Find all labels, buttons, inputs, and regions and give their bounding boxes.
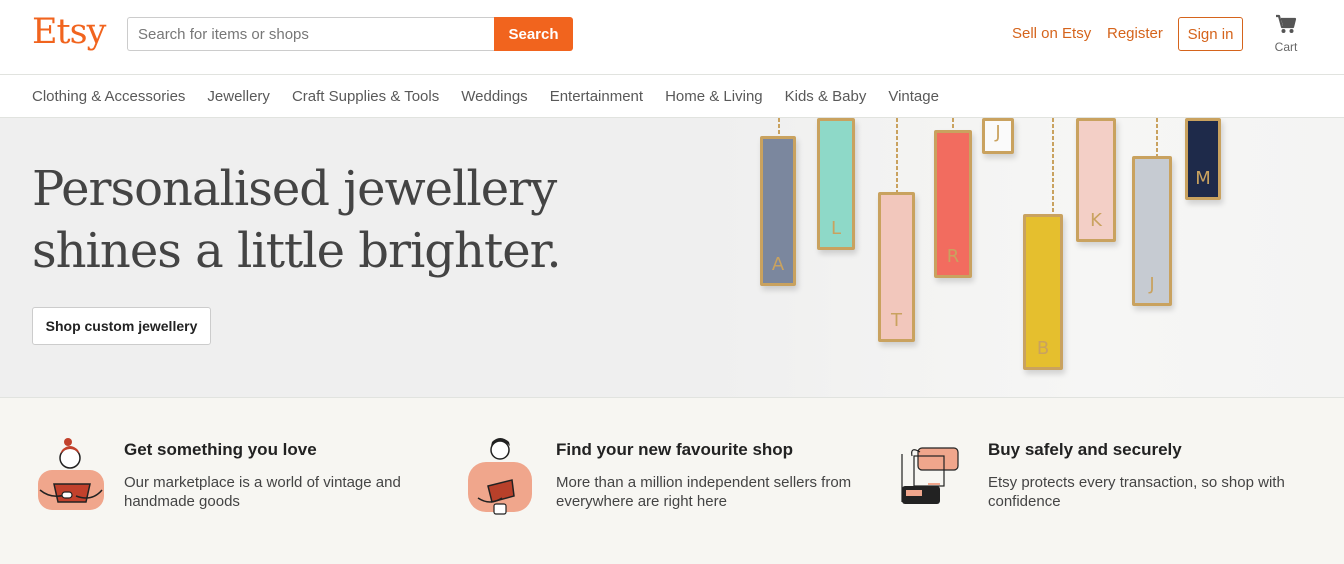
- site-header: Etsy Search Sell on Etsy Register Sign i…: [0, 0, 1344, 75]
- prop-buy-safely: Buy safely and securely Etsy protects ev…: [896, 436, 1296, 526]
- pendant-t: T: [878, 192, 915, 342]
- cart-label: Cart: [1274, 40, 1298, 54]
- category-link-clothing-accessories[interactable]: Clothing & Accessories: [32, 88, 185, 105]
- hero-banner: Personalised jewellery shines a little b…: [0, 118, 1344, 398]
- search-button[interactable]: Search: [494, 17, 573, 51]
- pendant-j-glitter: J: [1132, 156, 1172, 306]
- hero-jewellery-image[interactable]: A L T R J B K J M: [715, 118, 1344, 397]
- person-shopping-icon: [468, 438, 532, 515]
- prop-text: Etsy protects every transaction, so shop…: [988, 474, 1285, 510]
- prop-title: Find your new favourite shop: [556, 440, 794, 459]
- category-link-craft-supplies-tools[interactable]: Craft Supplies & Tools: [292, 88, 439, 105]
- sign-in-button[interactable]: Sign in: [1178, 17, 1243, 51]
- pendant-j-white: J: [982, 118, 1014, 154]
- pendant-l: L: [817, 118, 855, 250]
- prop-text: More than a million independent sellers …: [556, 474, 852, 510]
- search-bar: Search: [127, 17, 573, 51]
- prop-title: Buy safely and securely: [988, 440, 1182, 459]
- category-link-vintage[interactable]: Vintage: [888, 88, 939, 105]
- prop-title: Get something you love: [124, 440, 317, 459]
- person-with-package-icon: [38, 438, 104, 510]
- search-input[interactable]: [127, 17, 494, 51]
- category-nav: Clothing & Accessories Jewellery Craft Sup…: [0, 75, 1344, 118]
- pendant-a: A: [760, 136, 796, 286]
- prop-find-new-shop: Find your new favourite shop More than a…: [464, 436, 864, 526]
- sell-on-etsy-link[interactable]: Sell on Etsy: [1012, 25, 1091, 42]
- etsy-logo[interactable]: Etsy: [32, 12, 106, 52]
- shop-custom-jewellery-button[interactable]: Shop custom jewellery: [32, 307, 211, 345]
- category-link-kids-baby[interactable]: Kids & Baby: [785, 88, 867, 105]
- prop-text: Our marketplace is a world of vintage an…: [124, 474, 401, 510]
- cart-button[interactable]: Cart: [1266, 14, 1306, 58]
- prop-get-something-you-love: Get something you love Our marketplace i…: [32, 436, 432, 526]
- pendant-k: K: [1076, 118, 1116, 242]
- category-link-entertainment[interactable]: Entertainment: [550, 88, 643, 105]
- register-link[interactable]: Register: [1107, 25, 1163, 42]
- cart-icon: [1276, 14, 1297, 33]
- value-props: Get something you love Our marketplace i…: [0, 398, 1344, 564]
- category-link-weddings[interactable]: Weddings: [461, 88, 527, 105]
- category-link-home-living[interactable]: Home & Living: [665, 88, 763, 105]
- handshake-exchange-icon: [901, 447, 959, 504]
- hero-title: Personalised jewellery shines a little b…: [32, 161, 562, 279]
- pendant-m: M: [1185, 118, 1221, 200]
- pendant-r: R: [934, 130, 972, 278]
- category-link-jewellery[interactable]: Jewellery: [207, 88, 270, 105]
- pendant-b: B: [1023, 214, 1063, 370]
